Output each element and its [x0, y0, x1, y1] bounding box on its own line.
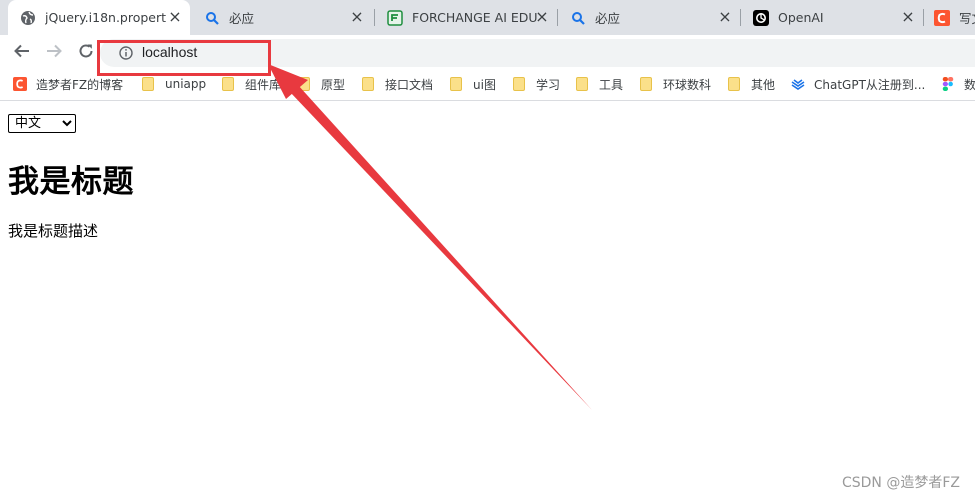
bookmark-label: 数 — [964, 77, 975, 92]
folder-icon — [298, 77, 310, 91]
back-arrow-icon[interactable] — [10, 39, 34, 63]
bookmark-folder-prototype[interactable]: 原型 — [298, 75, 345, 93]
bookmark-label: ui图 — [473, 77, 496, 92]
tab-csdn[interactable]: 写文 — [924, 0, 975, 35]
bookmark-label: 其他 — [751, 77, 776, 92]
folder-icon — [576, 77, 588, 91]
bing-search-icon — [204, 10, 220, 26]
folder-icon — [640, 77, 652, 91]
bookmark-folder-tools[interactable]: 工具 — [576, 75, 623, 93]
folder-icon — [513, 77, 525, 91]
bookmark-chatgpt-guide[interactable]: ChatGPT从注册到... — [791, 75, 925, 93]
page-description: 我是标题描述 — [8, 222, 99, 240]
bookmark-folder-api-docs[interactable]: 接口文档 — [362, 75, 433, 93]
tab-openai[interactable]: OpenAI × — [741, 0, 923, 35]
tab-title: 写文 — [959, 11, 975, 26]
bookmark-csdn-blog[interactable]: 造梦者FZ的博客 — [13, 75, 123, 93]
figma-icon — [941, 77, 955, 91]
bookmark-folder-components[interactable]: 组件库 — [222, 75, 281, 93]
reload-icon[interactable] — [74, 39, 98, 63]
forward-arrow-icon[interactable] — [42, 39, 66, 63]
tab-close-icon[interactable]: × — [535, 9, 549, 25]
tab-close-icon[interactable]: × — [718, 9, 732, 25]
tab-title: 必应 — [595, 11, 621, 26]
bookmark-label: uniapp — [165, 77, 207, 91]
page-title: 我是标题 — [8, 164, 134, 200]
bookmark-folder-ui[interactable]: ui图 — [450, 75, 496, 93]
annotation-highlight-box — [97, 40, 271, 76]
forchange-logo-icon — [387, 9, 403, 26]
folder-icon — [142, 77, 154, 91]
bookmark-label: 组件库 — [245, 77, 282, 92]
tab-forchange[interactable]: FORCHANGE AI EDU × — [375, 0, 557, 35]
bookmark-figma[interactable]: 数 — [941, 75, 975, 93]
csdn-logo-icon — [13, 77, 27, 91]
csdn-logo-icon — [934, 9, 950, 26]
tab-jquery-i18n[interactable]: jQuery.i18n.properties × — [8, 0, 190, 35]
bookmark-label: 工具 — [599, 77, 624, 92]
folder-icon — [450, 77, 462, 91]
bing-search-icon — [570, 10, 586, 26]
openai-logo-icon — [753, 9, 769, 26]
tab-strip: jQuery.i18n.properties × 必应 × FORCHANGE … — [0, 0, 975, 35]
bookmark-label: 造梦者FZ的博客 — [36, 77, 124, 92]
bookmark-folder-uniapp[interactable]: uniapp — [142, 75, 206, 93]
tab-title: FORCHANGE AI EDU — [412, 10, 538, 25]
tab-title: OpenAI — [778, 10, 824, 25]
tab-close-icon[interactable]: × — [350, 9, 364, 25]
bookmark-label: 环球数科 — [663, 77, 712, 92]
tab-title: jQuery.i18n.properties — [45, 10, 167, 25]
globe-icon — [20, 10, 36, 26]
tab-bing-2[interactable]: 必应 × — [558, 0, 740, 35]
tab-bing-1[interactable]: 必应 × — [190, 0, 372, 35]
tab-close-icon[interactable]: × — [168, 9, 182, 25]
bookmark-label: 原型 — [321, 77, 346, 92]
bookmark-folder-study[interactable]: 学习 — [513, 75, 560, 93]
folder-icon — [362, 77, 374, 91]
bookmark-label: 学习 — [536, 77, 561, 92]
tab-title: 必应 — [229, 11, 255, 26]
bookmark-folder-global-tech[interactable]: 环球数科 — [640, 75, 711, 93]
chatgpt-bookmark-icon — [791, 77, 805, 91]
bookmark-label: 接口文档 — [385, 77, 434, 92]
bookmark-label: ChatGPT从注册到... — [814, 77, 926, 92]
watermark: CSDN @造梦者FZ — [841, 475, 960, 491]
folder-icon — [222, 77, 234, 91]
folder-icon — [728, 77, 740, 91]
bookmark-folder-other[interactable]: 其他 — [728, 75, 775, 93]
language-select[interactable]: 中文 — [8, 114, 76, 133]
tab-close-icon[interactable]: × — [901, 9, 915, 25]
